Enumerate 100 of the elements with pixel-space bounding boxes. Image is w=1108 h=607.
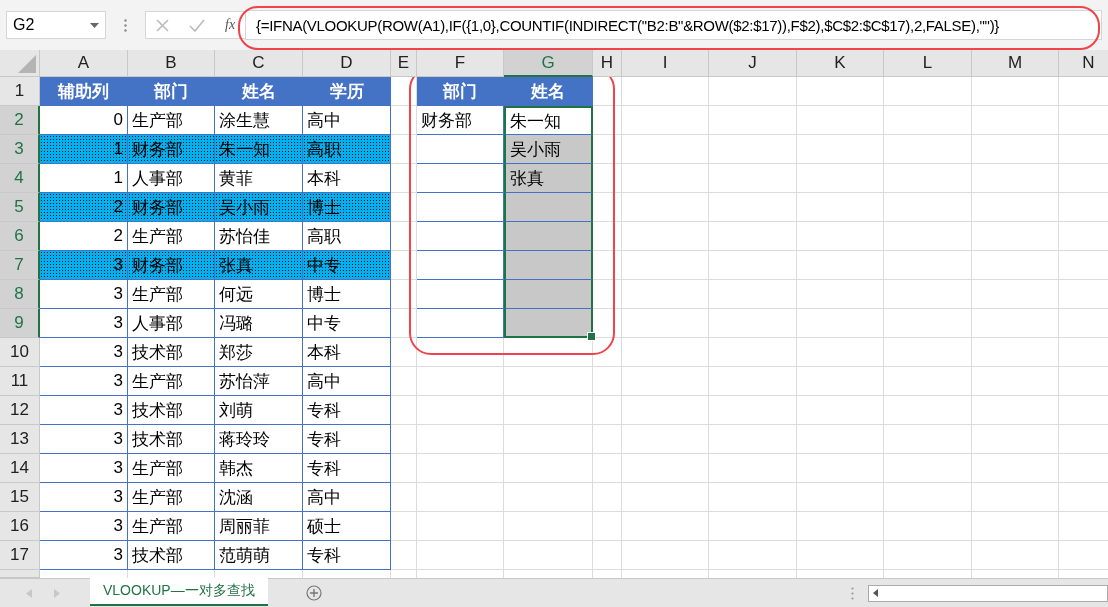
table-cell: 专科 xyxy=(303,396,391,425)
column-heading: 辅助列 xyxy=(40,77,128,106)
column-heading: 姓名 xyxy=(215,77,303,106)
table-cell: 3 xyxy=(40,338,128,367)
table-cell: 人事部 xyxy=(128,309,215,338)
row-header[interactable]: 1 xyxy=(0,77,40,106)
table-cell: 吴小雨 xyxy=(215,193,303,222)
caret-icon xyxy=(90,22,99,28)
column-header[interactable]: F xyxy=(417,50,504,77)
cancel-icon[interactable] xyxy=(156,18,169,32)
table-cell: 生产部 xyxy=(128,512,215,541)
table-cell: 财务部 xyxy=(128,135,215,164)
row-header[interactable]: 6 xyxy=(0,222,40,251)
name-box[interactable]: G2 xyxy=(6,11,106,39)
previous-sheet-icon[interactable] xyxy=(26,588,32,598)
triangle-icon xyxy=(18,55,36,73)
table-cell: 沈涵 xyxy=(215,483,303,512)
row-header[interactable]: 13 xyxy=(0,425,40,454)
column-header[interactable]: D xyxy=(303,50,391,77)
table-cell: 韩杰 xyxy=(215,454,303,483)
table-cell: 何远 xyxy=(215,280,303,309)
column-header[interactable]: E xyxy=(391,50,417,77)
table-cell: 张真 xyxy=(215,251,303,280)
table-cell: 3 xyxy=(40,280,128,309)
column-header[interactable]: G xyxy=(504,50,593,77)
row-header[interactable]: 10 xyxy=(0,338,40,367)
table-cell: 朱一知 xyxy=(215,135,303,164)
column-header[interactable]: I xyxy=(622,50,709,77)
column-header[interactable]: C xyxy=(215,50,303,77)
sheet-tab[interactable]: VLOOKUP—一对多查找 xyxy=(90,578,268,606)
add-sheet-icon[interactable] xyxy=(305,585,322,601)
row-header[interactable]: 9 xyxy=(0,309,40,338)
table-cell: 专科 xyxy=(303,425,391,454)
row-header[interactable] xyxy=(0,570,40,578)
column-header[interactable]: A xyxy=(40,50,128,77)
table-cell: 博士 xyxy=(303,193,391,222)
table-cell: 3 xyxy=(40,512,128,541)
table-cell: 技术部 xyxy=(128,425,215,454)
column-header[interactable]: H xyxy=(593,50,622,77)
table-cell: 吴小雨 xyxy=(504,135,593,164)
enter-icon[interactable] xyxy=(189,18,205,32)
table-cell: 2 xyxy=(40,193,128,222)
row-header[interactable]: 8 xyxy=(0,280,40,309)
table-cell: 财务部 xyxy=(417,106,504,135)
table-cell: 硕士 xyxy=(303,512,391,541)
column-header[interactable]: B xyxy=(128,50,215,77)
table-cell: 范萌萌 xyxy=(215,541,303,570)
table-cell: 3 xyxy=(40,251,128,280)
select-all-button[interactable] xyxy=(0,50,40,77)
row-header[interactable]: 5 xyxy=(0,193,40,222)
column-heading: 部门 xyxy=(128,77,215,106)
table-cell: 专科 xyxy=(303,541,391,570)
table-cell: 3 xyxy=(40,367,128,396)
table-cell: 刘萌 xyxy=(215,396,303,425)
row-header[interactable]: 3 xyxy=(0,135,40,164)
row-header[interactable]: 14 xyxy=(0,454,40,483)
table-cell: 技术部 xyxy=(128,396,215,425)
column-header[interactable]: L xyxy=(884,50,972,77)
row-header[interactable]: 7 xyxy=(0,251,40,280)
insert-function-button[interactable]: fx xyxy=(225,17,236,33)
table-cell: 周丽菲 xyxy=(215,512,303,541)
table-cell: 3 xyxy=(40,483,128,512)
table-cell: 生产部 xyxy=(128,367,215,396)
column-heading: 学历 xyxy=(303,77,391,106)
table-cell: 财务部 xyxy=(128,193,215,222)
table-cell: 3 xyxy=(40,309,128,338)
table-cell: 3 xyxy=(40,425,128,454)
table-cell: 本科 xyxy=(303,338,391,367)
table-cell: 高职 xyxy=(303,135,391,164)
table-cell: 技术部 xyxy=(128,338,215,367)
table-cell: 郑莎 xyxy=(215,338,303,367)
row-header[interactable]: 15 xyxy=(0,483,40,512)
table-cell: 3 xyxy=(40,541,128,570)
column-heading: 姓名 xyxy=(504,77,593,106)
table-cell: 技术部 xyxy=(128,541,215,570)
column-header[interactable]: N xyxy=(1059,50,1108,77)
row-header[interactable]: 11 xyxy=(0,367,40,396)
table-cell: 1 xyxy=(40,135,128,164)
table-cell: 冯璐 xyxy=(215,309,303,338)
table-cell: 中专 xyxy=(303,251,391,280)
horizontal-scrollbar[interactable] xyxy=(868,584,1108,602)
grip-icon xyxy=(851,586,854,600)
column-header[interactable]: K xyxy=(797,50,884,77)
table-cell: 3 xyxy=(40,454,128,483)
row-header[interactable]: 4 xyxy=(0,164,40,193)
table-cell: 中专 xyxy=(303,309,391,338)
table-cell: 生产部 xyxy=(128,454,215,483)
column-header[interactable]: M xyxy=(972,50,1059,77)
formula-field[interactable]: {=IFNA(VLOOKUP(ROW(A1),IF({1,0},COUNTIF(INDIRECT("B2:B"&ROW($2:$17)),F$2),$C$2:$C$17),2,FALSE),"")} xyxy=(245,10,1102,40)
row-header[interactable]: 12 xyxy=(0,396,40,425)
column-header[interactable]: J xyxy=(709,50,797,77)
table-cell: 高中 xyxy=(303,367,391,396)
table-cell: 张真 xyxy=(504,164,593,193)
next-sheet-icon[interactable] xyxy=(54,588,60,598)
fill-handle[interactable] xyxy=(587,332,596,341)
row-header[interactable]: 17 xyxy=(0,541,40,570)
table-cell: 蒋玲玲 xyxy=(215,425,303,454)
row-header[interactable]: 2 xyxy=(0,106,40,135)
row-header[interactable]: 16 xyxy=(0,512,40,541)
scroll-left-icon[interactable] xyxy=(873,589,878,597)
